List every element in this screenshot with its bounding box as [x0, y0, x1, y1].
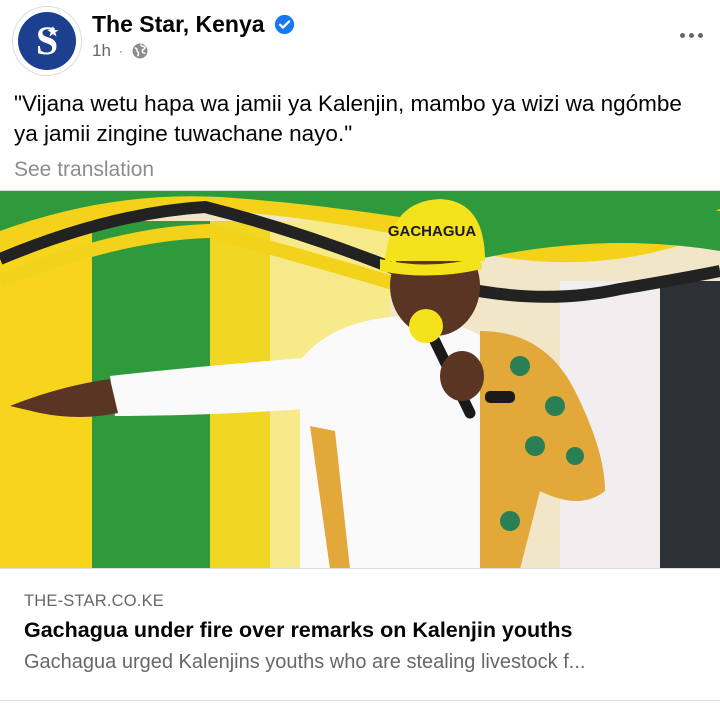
- meta-separator: ·: [118, 44, 123, 58]
- post-time[interactable]: 1h: [92, 41, 111, 61]
- star-logo-icon: S: [18, 12, 76, 70]
- more-dot: [679, 32, 685, 38]
- link-preview-card[interactable]: THE-STAR.CO.KE Gachagua under fire over …: [0, 568, 720, 706]
- see-translation-link[interactable]: See translation: [14, 158, 154, 182]
- photo-illustration: GACHAGUA: [0, 191, 720, 569]
- cap-text: GACHAGUA: [388, 223, 476, 240]
- svg-text:S: S: [36, 18, 58, 63]
- page-name-link[interactable]: The Star, Kenya: [92, 11, 295, 38]
- globe-icon: [132, 43, 148, 59]
- post-caption: "Vijana wetu hapa wa jamii ya Kalenjin, …: [14, 91, 682, 146]
- verified-badge-icon: [274, 14, 294, 35]
- more-dot: [697, 32, 703, 38]
- page-name[interactable]: The Star, Kenya: [92, 11, 265, 38]
- avatar[interactable]: S: [12, 6, 82, 76]
- post-header: S The Star, Kenya 1h ·: [0, 0, 720, 82]
- post-meta: 1h ·: [92, 41, 149, 61]
- link-description: Gachagua urged Kalenjins youths who are …: [24, 651, 586, 673]
- more-dot: [688, 32, 694, 38]
- post-photo[interactable]: GACHAGUA: [0, 190, 720, 569]
- link-headline[interactable]: Gachagua under fire over remarks on Kale…: [24, 618, 572, 643]
- divider: [0, 700, 720, 701]
- more-options-icon[interactable]: [676, 20, 706, 50]
- link-domain: THE-STAR.CO.KE: [24, 592, 165, 610]
